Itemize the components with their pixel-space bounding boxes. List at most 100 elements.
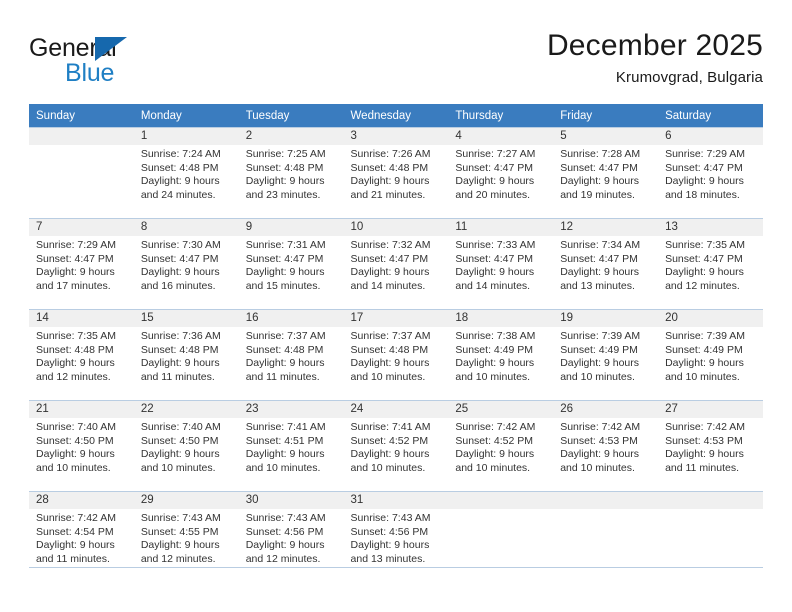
sunrise-text: Sunrise: 7:35 AM (36, 330, 116, 342)
sunset-text: Sunset: 4:48 PM (245, 343, 324, 356)
day-cell-inner: 7 Sunrise: 7:29 AM Sunset: 4:47 PM Daylight… (29, 218, 134, 309)
calendar-day-cell[interactable]: 10 Sunrise: 7:32 AM Sunset: 4:47 PM Dayligh… (343, 218, 449, 309)
calendar-week-row: 7 Sunrise: 7:29 AM Sunset: 4:47 PM Daylight… (29, 218, 763, 309)
calendar-day-cell[interactable]: 31 Sunrise: 7:43 AM Sunset: 4:56 PM Dayligh… (343, 491, 449, 582)
daylight-text-line1: Daylight: 9 hours (455, 357, 535, 370)
calendar-day-cell[interactable]: 9 Sunrise: 7:31 AM Sunset: 4:47 PM Daylight… (238, 218, 344, 309)
calendar-day-cell[interactable]: 24 Sunrise: 7:41 AM Sunset: 4:52 PM Dayligh… (343, 400, 449, 491)
calendar-day-cell[interactable]: 3 Sunrise: 7:26 AM Sunset: 4:48 PM Daylight… (343, 127, 449, 218)
calendar-day-cell[interactable]: 21 Sunrise: 7:40 AM Sunset: 4:50 PM Dayligh… (29, 400, 134, 491)
day-cell-inner: 8 Sunrise: 7:30 AM Sunset: 4:47 PM Daylight… (133, 218, 239, 309)
day-details: Sunrise: 7:29 AM Sunset: 4:47 PM Daylight:… (658, 145, 763, 202)
daylight-text-line2: and 11 minutes. (245, 370, 320, 383)
daylight-text-line2: and 15 minutes. (245, 279, 321, 292)
day-number: 26 (553, 401, 659, 418)
calendar-day-cell[interactable]: 8 Sunrise: 7:30 AM Sunset: 4:47 PM Daylight… (133, 218, 239, 309)
day-cell-inner: 30 Sunrise: 7:43 AM Sunset: 4:56 PM Dayligh… (238, 491, 344, 582)
calendar-day-cell[interactable]: 17 Sunrise: 7:37 AM Sunset: 4:48 PM Dayligh… (343, 309, 449, 400)
daylight-text-line2: and 17 minutes. (36, 279, 111, 292)
day-details: Sunrise: 7:38 AM Sunset: 4:49 PM Daylight:… (448, 327, 553, 384)
sunset-text: Sunset: 4:56 PM (245, 525, 324, 538)
sunset-text: Sunset: 4:47 PM (665, 161, 743, 174)
calendar-day-cell[interactable]: 4 Sunrise: 7:27 AM Sunset: 4:47 PM Daylight… (448, 127, 554, 218)
generalblue-logo[interactable]: General Blue (29, 34, 239, 90)
sunrise-text: Sunrise: 7:40 AM (36, 421, 116, 433)
calendar-page: General Blue December 2025 Krumovgrad, B… (0, 0, 792, 612)
daylight-text-line1: Daylight: 9 hours (245, 448, 325, 461)
calendar-day-cell[interactable]: 22 Sunrise: 7:40 AM Sunset: 4:50 PM Dayligh… (133, 400, 239, 491)
calendar-day-cell[interactable]: 30 Sunrise: 7:43 AM Sunset: 4:56 PM Dayligh… (238, 491, 344, 582)
sunrise-text: Sunrise: 7:43 AM (245, 512, 326, 524)
sunset-text: Sunset: 4:56 PM (350, 525, 429, 538)
day-cell-inner (29, 127, 134, 218)
calendar-day-cell[interactable]: 27 Sunrise: 7:42 AM Sunset: 4:53 PM Dayligh… (658, 400, 763, 491)
day-details: Sunrise: 7:42 AM Sunset: 4:53 PM Daylight:… (658, 418, 763, 475)
day-number: 24 (343, 401, 449, 418)
day-cell-inner: 2 Sunrise: 7:25 AM Sunset: 4:48 PM Daylight… (238, 127, 344, 218)
calendar-empty-cell (553, 491, 659, 582)
daylight-text-line1: Daylight: 9 hours (140, 539, 220, 552)
day-details: Sunrise: 7:25 AM Sunset: 4:48 PM Daylight:… (239, 145, 344, 202)
calendar-day-cell[interactable]: 7 Sunrise: 7:29 AM Sunset: 4:47 PM Daylight… (29, 218, 134, 309)
calendar-day-cell[interactable]: 6 Sunrise: 7:29 AM Sunset: 4:47 PM Daylight… (658, 127, 763, 218)
calendar-day-cell[interactable]: 14 Sunrise: 7:35 AM Sunset: 4:48 PM Dayligh… (29, 309, 134, 400)
day-cell-inner: 15 Sunrise: 7:36 AM Sunset: 4:48 PM Dayligh… (133, 309, 239, 400)
daylight-text-line1: Daylight: 9 hours (245, 266, 325, 279)
sunset-text: Sunset: 4:47 PM (455, 252, 534, 265)
weekday-header-wednesday: Wednesday (343, 104, 449, 127)
day-details: Sunrise: 7:42 AM Sunset: 4:53 PM Daylight:… (553, 418, 658, 475)
daylight-text-line2: and 10 minutes. (665, 370, 740, 383)
calendar-day-cell[interactable]: 13 Sunrise: 7:35 AM Sunset: 4:47 PM Dayligh… (658, 218, 763, 309)
weekday-header-thursday: Thursday (448, 104, 554, 127)
calendar-day-cell[interactable]: 20 Sunrise: 7:39 AM Sunset: 4:49 PM Dayligh… (658, 309, 763, 400)
daylight-text-line2: and 13 minutes. (350, 552, 426, 565)
day-details: Sunrise: 7:39 AM Sunset: 4:49 PM Daylight:… (553, 327, 658, 384)
day-cell-inner: 18 Sunrise: 7:38 AM Sunset: 4:49 PM Dayligh… (448, 309, 554, 400)
day-details: Sunrise: 7:35 AM Sunset: 4:48 PM Daylight:… (29, 327, 134, 384)
calendar-header-row: Sunday Monday Tuesday Wednesday Thursday… (29, 104, 763, 127)
day-cell-inner: 11 Sunrise: 7:33 AM Sunset: 4:47 PM Dayligh… (448, 218, 554, 309)
calendar-day-cell[interactable]: 18 Sunrise: 7:38 AM Sunset: 4:49 PM Dayligh… (448, 309, 554, 400)
calendar-day-cell[interactable]: 11 Sunrise: 7:33 AM Sunset: 4:47 PM Dayligh… (448, 218, 554, 309)
daylight-text-line2: and 10 minutes. (245, 461, 321, 474)
daylight-text-line1: Daylight: 9 hours (36, 357, 115, 370)
day-cell-inner: 10 Sunrise: 7:32 AM Sunset: 4:47 PM Dayligh… (343, 218, 449, 309)
daylight-text-line2: and 11 minutes. (665, 461, 739, 474)
calendar-day-cell[interactable]: 1 Sunrise: 7:24 AM Sunset: 4:48 PM Daylight… (133, 127, 239, 218)
sunrise-text: Sunrise: 7:42 AM (455, 421, 536, 433)
sunset-text: Sunset: 4:53 PM (560, 434, 638, 447)
day-details: Sunrise: 7:35 AM Sunset: 4:47 PM Daylight:… (658, 236, 763, 293)
calendar-day-cell[interactable]: 25 Sunrise: 7:42 AM Sunset: 4:52 PM Dayligh… (448, 400, 554, 491)
day-cell-inner: 17 Sunrise: 7:37 AM Sunset: 4:48 PM Dayligh… (343, 309, 449, 400)
sunrise-text: Sunrise: 7:31 AM (245, 239, 326, 251)
calendar-day-cell[interactable]: 16 Sunrise: 7:37 AM Sunset: 4:48 PM Dayligh… (238, 309, 344, 400)
calendar-week-row: 28 Sunrise: 7:42 AM Sunset: 4:54 PM Dayligh… (29, 491, 763, 582)
daylight-text-line2: and 10 minutes. (140, 461, 216, 474)
day-details: Sunrise: 7:43 AM Sunset: 4:55 PM Daylight:… (134, 509, 239, 566)
calendar-day-cell[interactable]: 5 Sunrise: 7:28 AM Sunset: 4:47 PM Daylight… (553, 127, 659, 218)
day-number: 6 (658, 128, 763, 145)
day-cell-inner: 6 Sunrise: 7:29 AM Sunset: 4:47 PM Daylight… (658, 127, 763, 218)
day-number (553, 492, 659, 509)
sunrise-text: Sunrise: 7:42 AM (36, 512, 116, 524)
daylight-text-line1: Daylight: 9 hours (560, 448, 640, 461)
triangle-logo-icon (95, 37, 127, 61)
sunrise-text: Sunrise: 7:43 AM (350, 512, 431, 524)
day-details: Sunrise: 7:26 AM Sunset: 4:48 PM Daylight:… (344, 145, 449, 202)
calendar-day-cell[interactable]: 26 Sunrise: 7:42 AM Sunset: 4:53 PM Dayligh… (553, 400, 659, 491)
day-number: 18 (448, 310, 554, 327)
calendar-day-cell[interactable]: 23 Sunrise: 7:41 AM Sunset: 4:51 PM Dayligh… (238, 400, 344, 491)
day-cell-inner: 13 Sunrise: 7:35 AM Sunset: 4:47 PM Dayligh… (658, 218, 763, 309)
day-cell-inner: 26 Sunrise: 7:42 AM Sunset: 4:53 PM Dayligh… (553, 400, 659, 491)
calendar-day-cell[interactable]: 29 Sunrise: 7:43 AM Sunset: 4:55 PM Dayligh… (133, 491, 239, 582)
day-number: 23 (238, 401, 344, 418)
sunset-text: Sunset: 4:49 PM (665, 343, 743, 356)
calendar-day-cell[interactable]: 2 Sunrise: 7:25 AM Sunset: 4:48 PM Daylight… (238, 127, 344, 218)
daylight-text-line1: Daylight: 9 hours (665, 357, 744, 370)
daylight-text-line1: Daylight: 9 hours (350, 357, 430, 370)
calendar-day-cell[interactable]: 19 Sunrise: 7:39 AM Sunset: 4:49 PM Dayligh… (553, 309, 659, 400)
day-cell-inner (658, 491, 763, 582)
calendar-day-cell[interactable]: 28 Sunrise: 7:42 AM Sunset: 4:54 PM Dayligh… (29, 491, 134, 582)
calendar-day-cell[interactable]: 15 Sunrise: 7:36 AM Sunset: 4:48 PM Dayligh… (133, 309, 239, 400)
calendar-day-cell[interactable]: 12 Sunrise: 7:34 AM Sunset: 4:47 PM Dayligh… (553, 218, 659, 309)
